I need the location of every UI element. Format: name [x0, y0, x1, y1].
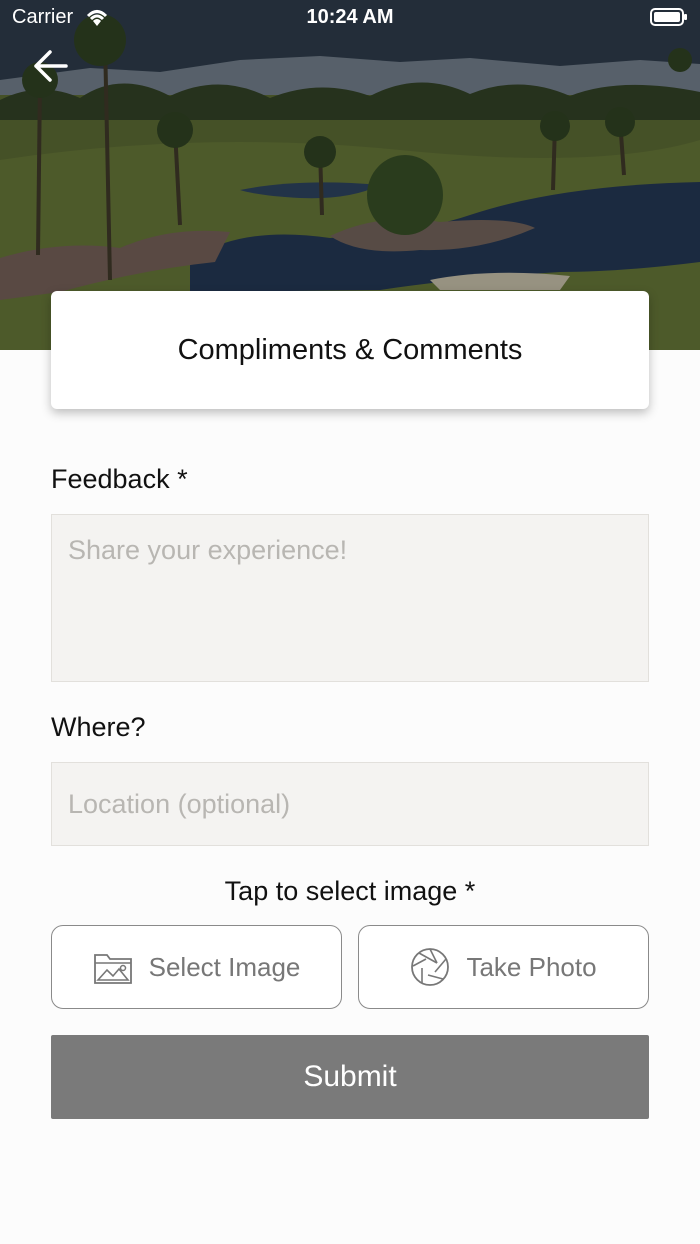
take-photo-button[interactable]: Take Photo [358, 925, 649, 1009]
image-folder-icon [93, 954, 132, 984]
location-input[interactable] [51, 762, 649, 846]
status-time: 10:24 AM [306, 6, 394, 28]
submit-button[interactable]: Submit [51, 1035, 649, 1119]
battery-icon [650, 8, 688, 32]
feedback-label: Feedback * [51, 464, 188, 494]
take-photo-label: Take Photo [466, 951, 597, 982]
image-caption: Tap to select image * [224, 876, 476, 906]
select-image-label: Select Image [148, 951, 301, 982]
camera-aperture-icon [411, 948, 450, 986]
status-bar: Carrier 10:24 AM [0, 0, 700, 36]
arrow-left-icon [34, 50, 68, 82]
select-image-button[interactable]: Select Image [51, 925, 342, 1009]
back-button[interactable] [30, 46, 78, 90]
title-card: Compliments & Comments [51, 291, 649, 409]
feedback-textarea[interactable] [51, 514, 649, 682]
page-title: Compliments & Comments [177, 333, 523, 366]
where-label: Where? [51, 712, 146, 742]
